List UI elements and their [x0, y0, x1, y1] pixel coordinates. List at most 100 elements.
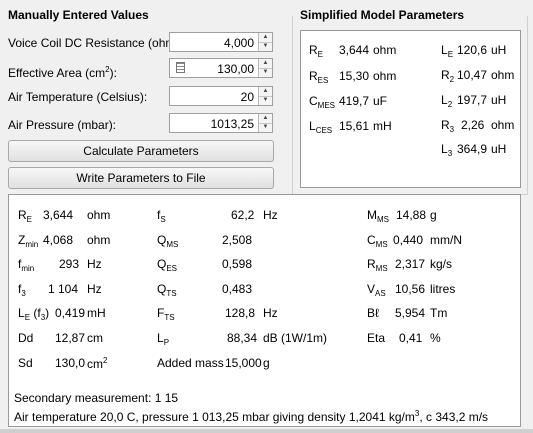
- result-le-f3-unit: mH: [87, 306, 106, 320]
- result-sd-unit: cm2: [87, 356, 108, 371]
- model-r2-symbol: R2: [441, 68, 455, 84]
- result-mms-symbol: MMS: [367, 208, 389, 224]
- air-temperature-label: Air Temperature (Celsius):: [8, 90, 148, 104]
- model-l3-symbol: L3: [441, 142, 453, 158]
- result-fts-value: 128,8: [225, 306, 256, 320]
- result-mms-unit: g: [430, 208, 437, 222]
- result-qes-value: 0,598: [222, 257, 253, 271]
- air-temperature-field[interactable]: 20 ▲ ▼: [169, 86, 273, 106]
- result-fts-unit: Hz: [263, 306, 278, 320]
- result-sd-value: 130,0: [55, 356, 86, 370]
- result-lp-unit: dB (1W/1m): [263, 331, 328, 345]
- calculate-parameters-button[interactable]: Calculate Parameters: [8, 140, 274, 162]
- result-dd-symbol: Dd: [18, 331, 34, 345]
- model-res-unit: ohm: [373, 69, 397, 83]
- spin-down-icon[interactable]: ▼: [259, 42, 272, 51]
- model-l2-symbol: L2: [441, 93, 453, 109]
- effective-area-value: 130,00: [217, 62, 254, 76]
- spin-down-icon[interactable]: ▼: [259, 68, 272, 77]
- model-res-symbol: RES: [309, 69, 329, 85]
- result-sd-symbol: Sd: [18, 356, 33, 370]
- added-mass-label: Added mass: [157, 356, 224, 370]
- model-r3-unit: ohm: [491, 118, 515, 132]
- result-fs-unit: Hz: [263, 208, 278, 222]
- voice-coil-value: 4,000: [223, 36, 254, 50]
- air-temperature-value: 20: [240, 90, 254, 104]
- result-vas-unit: litres: [430, 282, 456, 296]
- air-pressure-value: 1013,25: [210, 117, 254, 131]
- result-f3-symbol: f3: [18, 282, 26, 298]
- voice-coil-label: Voice Coil DC Resistance (ohm):: [8, 36, 183, 50]
- result-cms-value: 0,440: [393, 233, 424, 247]
- model-lces-unit: mH: [373, 119, 392, 133]
- effective-area-spinner[interactable]: ▲ ▼: [258, 59, 272, 77]
- result-rms-value: 2,317: [395, 257, 426, 271]
- result-cms-symbol: CMS: [367, 233, 388, 249]
- result-qts-value: 0,483: [222, 282, 253, 296]
- result-qts-symbol: QTS: [157, 282, 177, 298]
- result-bl-value: 5,954: [395, 306, 426, 320]
- horizontal-scrollbar[interactable]: [0, 429, 533, 433]
- voice-coil-spinner[interactable]: ▲ ▼: [258, 33, 272, 51]
- air-pressure-field[interactable]: 1013,25 ▲ ▼: [169, 113, 273, 133]
- calculator-icon[interactable]: [176, 62, 185, 73]
- result-fts-symbol: FTS: [157, 306, 175, 322]
- result-eta-symbol: Eta: [367, 331, 386, 345]
- model-cmes-symbol: CMES: [309, 94, 336, 110]
- result-qes-symbol: QES: [157, 257, 178, 273]
- model-cmes-unit: uF: [373, 94, 388, 108]
- result-mms-value: 14,88: [396, 208, 427, 222]
- result-vas-value: 10,56: [395, 282, 426, 296]
- air-pressure-spinner[interactable]: ▲ ▼: [258, 114, 272, 132]
- result-fs-symbol: fS: [157, 208, 166, 224]
- result-zmin-value: 4,068: [43, 233, 74, 247]
- model-r3-value: 2,26: [461, 118, 485, 132]
- result-zmin-symbol: Zmin: [18, 233, 39, 249]
- result-f3-value: 1 104: [48, 282, 79, 296]
- write-parameters-button[interactable]: Write Parameters to File: [8, 167, 274, 189]
- voice-coil-field[interactable]: 4,000 ▲ ▼: [169, 32, 273, 52]
- result-fmin-value: 293: [59, 257, 80, 271]
- air-density-text: Air temperature 20,0 C, pressure 1 013,2…: [14, 409, 489, 424]
- spin-down-icon[interactable]: ▼: [259, 96, 272, 105]
- result-lp-symbol: LP: [157, 331, 170, 347]
- spin-down-icon[interactable]: ▼: [259, 123, 272, 132]
- model-re-unit: ohm: [373, 43, 397, 57]
- result-le-f3-symbol: LE (f3): [18, 306, 50, 322]
- result-zmin-unit: ohm: [87, 233, 111, 247]
- model-params-panel: RE 3,644 ohm RES 15,30 ohm CMES 419,7 uF…: [300, 30, 521, 188]
- model-l2-unit: uH: [491, 93, 507, 107]
- air-temperature-spinner[interactable]: ▲ ▼: [258, 87, 272, 105]
- model-l3-value: 364,9: [457, 142, 488, 156]
- result-cms-unit: mm/N: [430, 233, 462, 247]
- result-lp-value: 88,34: [227, 331, 258, 345]
- result-le-f3-value: 0,419: [55, 306, 86, 320]
- added-mass-value: 15,000: [225, 356, 262, 370]
- air-pressure-label: Air Pressure (mbar):: [8, 118, 117, 132]
- result-fmin-unit: Hz: [87, 257, 102, 271]
- model-re-value: 3,644: [339, 43, 370, 57]
- effective-area-field[interactable]: 130,00 ▲ ▼: [169, 58, 273, 78]
- added-mass-unit: g: [263, 356, 270, 370]
- result-eta-value: 0,41: [399, 331, 423, 345]
- model-lces-symbol: LCES: [309, 119, 333, 135]
- result-re-value: 3,644: [43, 208, 74, 222]
- results-panel: RE 3,644 ohm Zmin 4,068 ohm fmin 293 Hz …: [8, 194, 521, 427]
- result-dd-value: 12,87: [55, 331, 86, 345]
- result-vas-symbol: VAS: [367, 282, 386, 298]
- result-dd-unit: cm: [87, 331, 103, 345]
- result-fs-value: 62,2: [231, 208, 255, 222]
- model-res-value: 15,30: [339, 69, 370, 83]
- model-cmes-value: 419,7: [339, 94, 370, 108]
- manual-values-title: Manually Entered Values: [8, 8, 149, 22]
- result-re-unit: ohm: [87, 208, 111, 222]
- model-r2-unit: ohm: [491, 68, 515, 82]
- result-fmin-symbol: fmin: [18, 257, 35, 273]
- effective-area-label: Effective Area (cm2):: [8, 65, 117, 80]
- model-r2-value: 10,47: [457, 68, 488, 82]
- model-re-symbol: RE: [309, 43, 324, 59]
- model-l3-unit: uH: [491, 142, 507, 156]
- result-bl-symbol: Bℓ: [367, 306, 379, 320]
- result-rms-symbol: RMS: [367, 257, 388, 273]
- result-bl-unit: Tm: [430, 306, 448, 320]
